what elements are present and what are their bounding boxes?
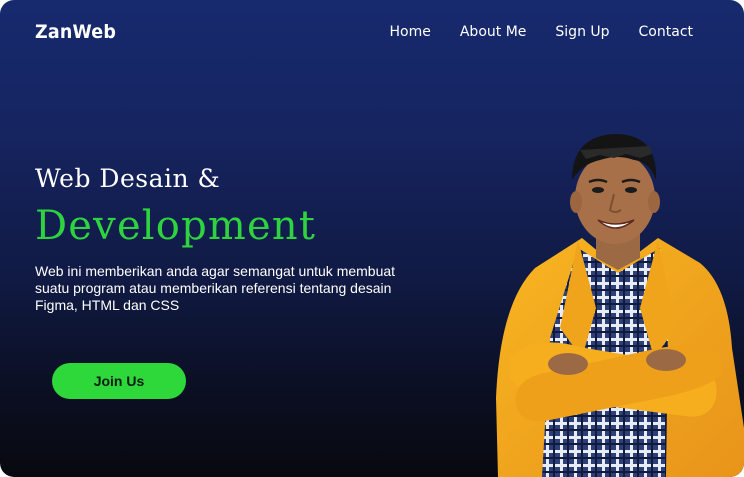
nav-about-me-link[interactable]: About Me: [460, 24, 527, 40]
nav-home-link[interactable]: Home: [390, 24, 431, 40]
main-nav: Home About Me Sign Up Contact: [390, 24, 693, 40]
landing-page: ZanWeb Home About Me Sign Up Contact Web…: [0, 0, 744, 477]
hero-photo: [496, 134, 744, 477]
hero-description: Web ini memberikan anda agar semangat un…: [35, 263, 396, 313]
hero-title-line1: Web Desain &: [35, 164, 221, 193]
nav-sign-up-link[interactable]: Sign Up: [555, 24, 609, 40]
site-logo[interactable]: ZanWeb: [35, 21, 116, 43]
hero-title-line2: Development: [35, 203, 317, 249]
nav-contact-link[interactable]: Contact: [639, 24, 693, 40]
join-us-button[interactable]: Join Us: [52, 363, 186, 399]
